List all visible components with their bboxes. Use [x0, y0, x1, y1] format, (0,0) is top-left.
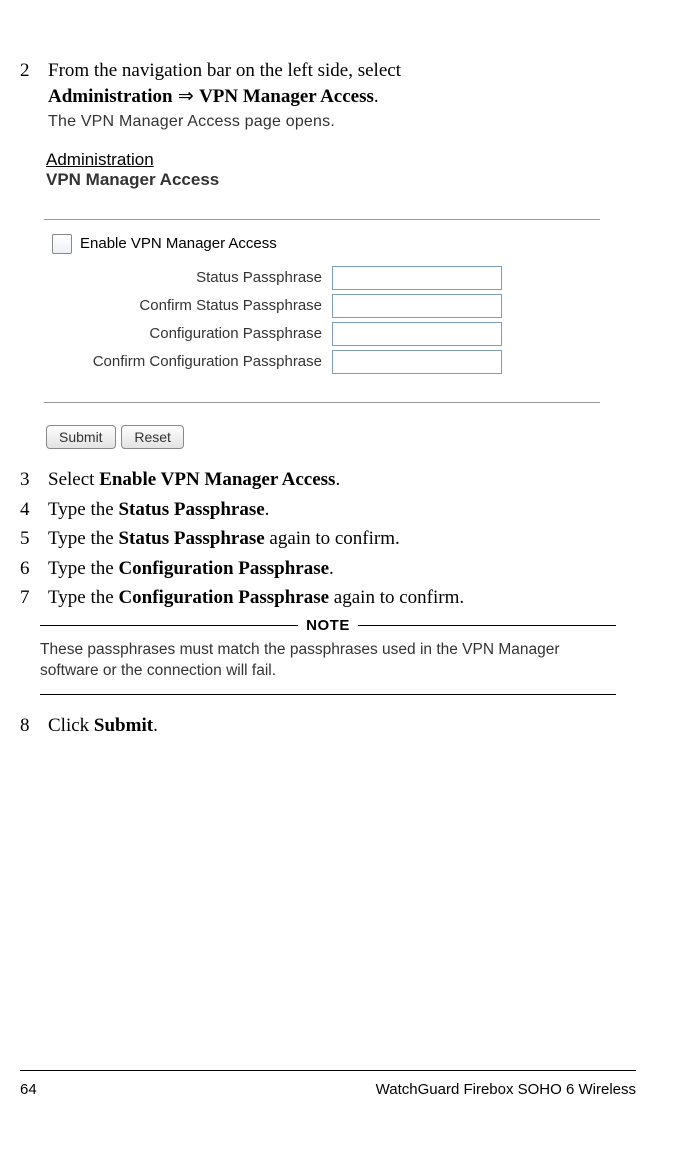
text: again to confirm.: [329, 587, 464, 608]
step-body: Type the Configuration Passphrase.: [48, 556, 636, 582]
step-body: Type the Configuration Passphrase again …: [48, 585, 636, 611]
step-body: Select Enable VPN Manager Access.: [48, 467, 636, 493]
step-body: Click Submit.: [48, 713, 636, 739]
step-6: 6 Type the Configuration Passphrase.: [20, 556, 636, 582]
text: .: [153, 715, 158, 736]
breadcrumb: Administration: [46, 150, 602, 170]
page-number: 64: [20, 1081, 37, 1098]
configuration-passphrase-input[interactable]: [332, 322, 502, 346]
bold-text: Status Passphrase: [118, 528, 264, 549]
text: .: [265, 499, 270, 520]
step-5: 5 Type the Status Passphrase again to co…: [20, 526, 636, 552]
text: Type the: [48, 558, 118, 579]
bold-text: Submit: [94, 715, 153, 736]
rule: [358, 625, 616, 626]
enable-checkbox-row[interactable]: Enable VPN Manager Access: [42, 230, 602, 264]
divider: [44, 219, 600, 220]
page-title: VPN Manager Access: [46, 170, 602, 190]
bold-text: VPN Manager Access: [199, 86, 374, 107]
divider: [44, 402, 600, 403]
rule: [40, 694, 616, 695]
text: again to confirm.: [265, 528, 400, 549]
note-body: These passphrases must match the passphr…: [40, 640, 616, 682]
step-body: From the navigation bar on the left side…: [48, 58, 636, 133]
step-body: Type the Status Passphrase again to conf…: [48, 526, 636, 552]
bold-text: Status Passphrase: [118, 499, 264, 520]
text: Click: [48, 715, 94, 736]
field-label: Status Passphrase: [42, 269, 332, 286]
step-7: 7 Type the Configuration Passphrase agai…: [20, 585, 636, 611]
field-label: Configuration Passphrase: [42, 325, 332, 342]
embedded-screenshot: Administration VPN Manager Access Enable…: [42, 147, 602, 449]
checkbox-icon[interactable]: [52, 234, 72, 254]
text: Type the: [48, 528, 118, 549]
step-2: 2 From the navigation bar on the left si…: [20, 58, 636, 133]
step-number: 6: [20, 556, 48, 582]
bold-text: Configuration Passphrase: [118, 558, 329, 579]
step-3: 3 Select Enable VPN Manager Access.: [20, 467, 636, 493]
step-number: 4: [20, 497, 48, 523]
text: Select: [48, 469, 99, 490]
rule: [40, 625, 298, 626]
product-name: WatchGuard Firebox SOHO 6 Wireless: [376, 1081, 636, 1098]
screenshot-header: Administration VPN Manager Access: [42, 147, 602, 193]
bold-text: Enable VPN Manager Access: [99, 469, 335, 490]
bold-text: Administration: [48, 86, 173, 107]
result-text: The VPN Manager Access page opens.: [48, 111, 636, 133]
step-number: 5: [20, 526, 48, 552]
step-8: 8 Click Submit.: [20, 713, 636, 739]
arrow-icon: ⇒: [173, 86, 199, 107]
step-number: 2: [20, 58, 48, 133]
field-label: Confirm Status Passphrase: [42, 297, 332, 314]
submit-button[interactable]: Submit: [46, 425, 116, 449]
text: .: [374, 86, 379, 107]
field-label: Confirm Configuration Passphrase: [42, 353, 332, 370]
step-number: 8: [20, 713, 48, 739]
note-label: NOTE: [298, 617, 358, 634]
step-4: 4 Type the Status Passphrase.: [20, 497, 636, 523]
step-number: 7: [20, 585, 48, 611]
text: Type the: [48, 499, 118, 520]
text: Type the: [48, 587, 118, 608]
text: From the navigation bar on the left side…: [48, 60, 401, 81]
reset-button[interactable]: Reset: [121, 425, 184, 449]
text: .: [329, 558, 334, 579]
status-passphrase-input[interactable]: [332, 266, 502, 290]
confirm-configuration-passphrase-input[interactable]: [332, 350, 502, 374]
note-block: NOTE These passphrases must match the pa…: [40, 617, 616, 695]
page-footer: 64 WatchGuard Firebox SOHO 6 Wireless: [20, 1070, 636, 1098]
confirm-status-passphrase-input[interactable]: [332, 294, 502, 318]
text: .: [335, 469, 340, 490]
checkbox-label: Enable VPN Manager Access: [80, 235, 277, 252]
step-body: Type the Status Passphrase.: [48, 497, 636, 523]
bold-text: Configuration Passphrase: [118, 587, 329, 608]
step-number: 3: [20, 467, 48, 493]
